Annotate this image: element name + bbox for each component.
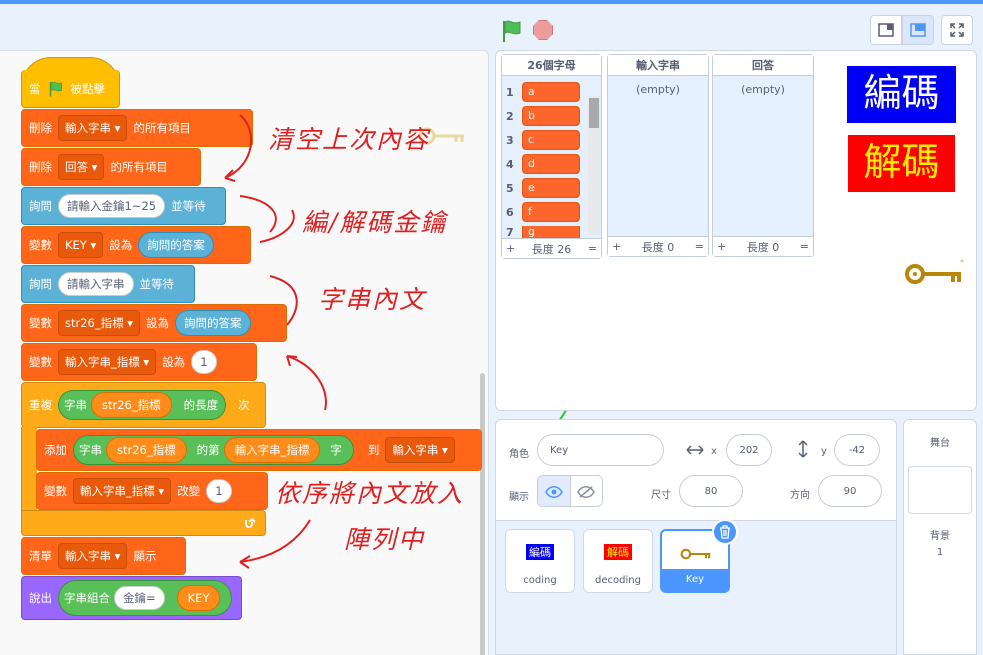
list-monitor-alphabet[interactable]: 26個字母 1a 2b 3c 4d 5e 6f 7g + 長度 26 = bbox=[501, 54, 602, 259]
list-item: 4d bbox=[506, 154, 580, 174]
stage-thumbnail[interactable] bbox=[908, 466, 972, 514]
list-item: 6f bbox=[506, 202, 580, 222]
monitor-title: 回答 bbox=[713, 55, 813, 76]
list-length: 長度 0 bbox=[746, 240, 780, 254]
direction-label: 方向 bbox=[790, 490, 810, 501]
annotation-arrow bbox=[259, 209, 295, 243]
size-label: 尺寸 bbox=[651, 490, 671, 501]
eye-icon bbox=[545, 486, 563, 498]
sprite-thumbnail: 編碼 bbox=[526, 544, 554, 560]
encode-sprite[interactable]: 編碼 bbox=[847, 66, 956, 123]
monitor-title: 26個字母 bbox=[502, 55, 601, 76]
list-item: 5e bbox=[506, 178, 580, 198]
sprite-thumbnail: 解碼 bbox=[604, 544, 632, 560]
monitor-footer: + 長度 0 = bbox=[608, 236, 708, 256]
sprite-name-input[interactable]: Key bbox=[537, 434, 664, 466]
backdrop-count: 1 bbox=[936, 547, 944, 558]
y-label: y bbox=[821, 446, 827, 457]
sprite-label: 角色 bbox=[509, 449, 529, 460]
list-item: 2b bbox=[506, 106, 580, 126]
monitor-scrollbar[interactable] bbox=[588, 96, 600, 234]
stage[interactable]: 26個字母 1a 2b 3c 4d 5e 6f 7g + 長度 26 = 輸入字串 … bbox=[495, 50, 977, 411]
monitor-footer: + 長度 26 = bbox=[502, 238, 601, 258]
sprite-info-panel: 角色 Key x 202 y -42 顯示 尺寸 80 方向 90 bbox=[495, 419, 897, 521]
key-icon bbox=[680, 548, 711, 560]
sprite-tile-coding[interactable]: 編碼 coding bbox=[505, 529, 575, 593]
empty-label: (empty) bbox=[741, 83, 785, 96]
y-arrows-icon bbox=[798, 440, 808, 458]
sprite-list: 編碼 coding 解碼 decoding Key bbox=[495, 519, 897, 655]
x-arrows-icon bbox=[686, 445, 704, 455]
empty-label: (empty) bbox=[636, 83, 680, 96]
stage-title: 舞台 bbox=[930, 438, 950, 449]
svg-text:*: * bbox=[960, 258, 964, 267]
sprite-tile-decoding[interactable]: 解碼 decoding bbox=[583, 529, 653, 593]
show-button[interactable] bbox=[538, 476, 570, 506]
annotation-arrow bbox=[224, 114, 253, 179]
direction-input[interactable]: 90 bbox=[818, 475, 882, 507]
list-length: 長度 26 bbox=[531, 242, 572, 256]
sprite-name: decoding bbox=[595, 575, 641, 586]
size-input[interactable]: 80 bbox=[679, 475, 743, 507]
monitor-footer: + 長度 0 = bbox=[713, 236, 813, 256]
visibility-toggle[interactable] bbox=[537, 475, 603, 507]
annotation-arrow bbox=[239, 519, 311, 563]
x-input[interactable]: 202 bbox=[726, 434, 772, 466]
list-item: 3c bbox=[506, 130, 580, 150]
y-input[interactable]: -42 bbox=[834, 434, 880, 466]
list-length: 長度 0 bbox=[641, 240, 675, 254]
trash-icon bbox=[720, 525, 730, 539]
list-monitor-input[interactable]: 輸入字串 (empty) + 長度 0 = bbox=[607, 54, 709, 257]
monitor-title: 輸入字串 bbox=[608, 55, 708, 76]
annotation-arrow bbox=[286, 355, 327, 411]
x-label: x bbox=[711, 446, 717, 457]
eye-off-icon bbox=[577, 486, 596, 498]
sprite-name: Key bbox=[662, 569, 728, 591]
list-item: 1a bbox=[506, 82, 580, 102]
list-monitor-answer[interactable]: 回答 (empty) + 長度 0 = bbox=[712, 54, 814, 257]
sprite-name: coding bbox=[523, 575, 557, 586]
stage-selector[interactable]: 舞台 背景 1 bbox=[903, 419, 977, 655]
show-label: 顯示 bbox=[509, 492, 529, 503]
delete-sprite-button[interactable] bbox=[712, 519, 738, 545]
decode-sprite[interactable]: 解碼 bbox=[848, 135, 955, 192]
hide-button[interactable] bbox=[569, 476, 602, 506]
key-icon[interactable]: * bbox=[903, 257, 969, 291]
annotation-arrow bbox=[269, 275, 298, 326]
annotation-arrow bbox=[239, 195, 277, 233]
backdrop-label: 背景 bbox=[930, 531, 950, 542]
sprite-tile-key[interactable]: Key bbox=[660, 519, 738, 593]
list-item: 7g bbox=[506, 226, 580, 238]
